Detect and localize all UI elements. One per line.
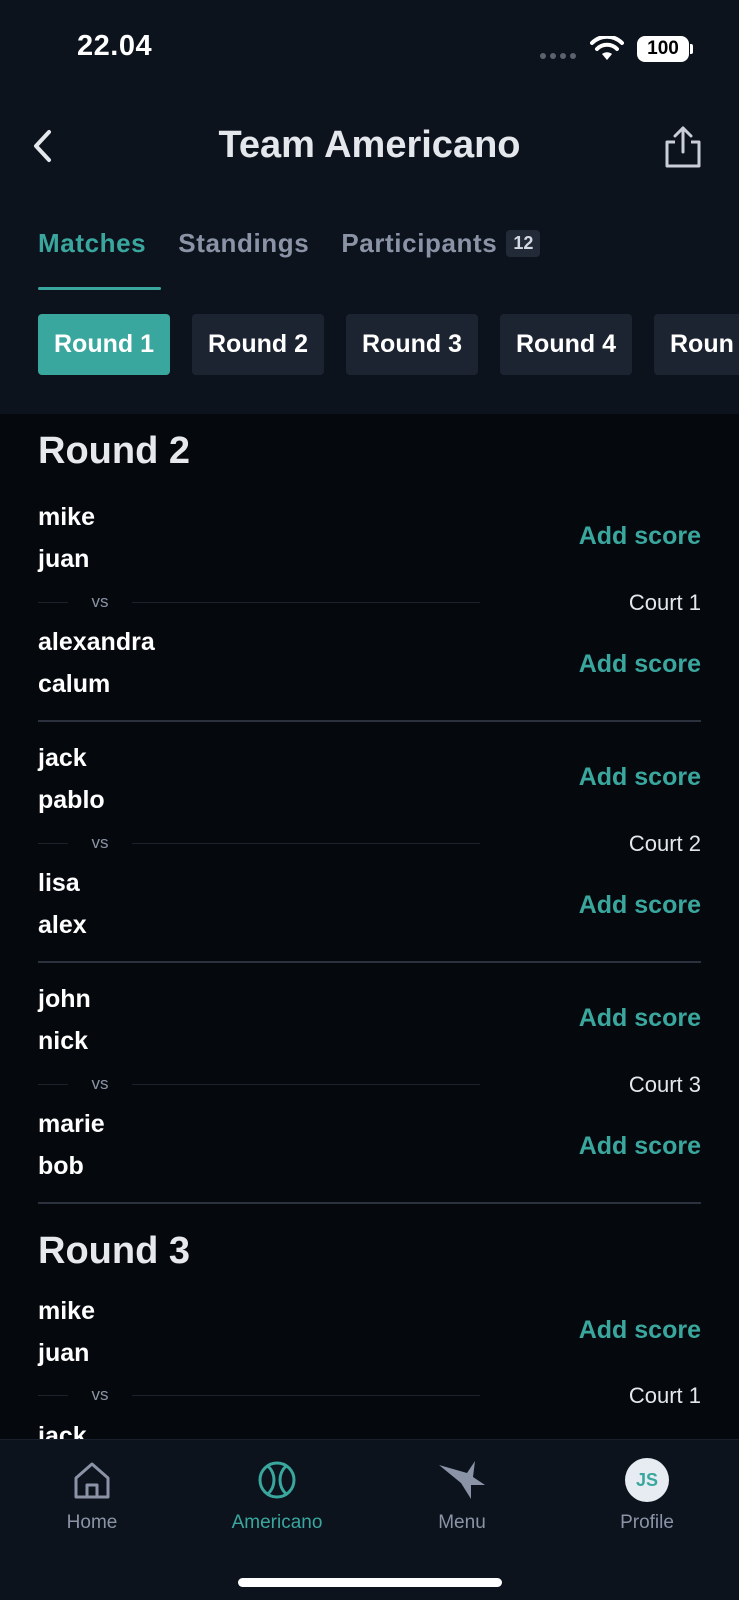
round-chip-2[interactable]: Round 2	[192, 314, 324, 375]
status-time: 22.04	[77, 30, 153, 62]
vs-label: vs	[68, 1074, 132, 1094]
round-chip-4[interactable]: Round 4	[500, 314, 632, 375]
nav-profile[interactable]: JS Profile	[577, 1458, 717, 1534]
battery-icon: 100	[637, 36, 689, 62]
add-score-button[interactable]: Add score	[579, 1132, 701, 1161]
nav-label: Americano	[231, 1512, 323, 1533]
round-title: Round 3	[38, 1230, 190, 1272]
add-score-button[interactable]: Add score	[579, 763, 701, 792]
round-selector: Round 1 Round 2 Round 3 Round 4 Roun	[38, 314, 739, 375]
nav-americano[interactable]: Americano	[207, 1458, 347, 1534]
add-score-button[interactable]: Add score	[579, 650, 701, 679]
add-score-button[interactable]: Add score	[579, 522, 701, 551]
nav-menu[interactable]: Menu	[392, 1458, 532, 1534]
share-icon[interactable]	[661, 124, 705, 170]
player-name: juan	[38, 1339, 90, 1367]
round-title: Round 2	[38, 430, 190, 472]
home-indicator	[238, 1578, 502, 1587]
player-name: nick	[38, 1027, 89, 1055]
tab-standings[interactable]: Standings	[178, 228, 309, 259]
court-label: Court 1	[628, 1383, 701, 1408]
page-title: Team Americano	[218, 124, 521, 166]
player-name: mike	[38, 1297, 95, 1325]
player-name: calum	[38, 670, 111, 698]
tennis-ball-icon	[258, 1461, 296, 1499]
vs-label: vs	[68, 1385, 132, 1405]
vs-label: vs	[68, 592, 132, 612]
signal-icon	[540, 53, 576, 59]
player-name: alexandra	[38, 628, 155, 656]
player-name: lisa	[38, 869, 80, 897]
court-label: Court 1	[628, 590, 701, 615]
nav-label: Home	[66, 1512, 118, 1533]
star-icon	[439, 1461, 485, 1499]
court-label: Court 2	[628, 831, 701, 856]
player-name: marie	[38, 1110, 105, 1138]
home-icon	[74, 1462, 110, 1499]
round-chip-5[interactable]: Roun	[654, 314, 739, 375]
nav-label: Menu	[438, 1512, 486, 1533]
active-tab-indicator	[38, 287, 161, 290]
add-score-button[interactable]: Add score	[579, 1316, 701, 1345]
player-name: jack	[38, 744, 87, 772]
match-divider	[38, 720, 701, 722]
match-divider	[38, 1202, 701, 1204]
bottom-nav: Home Americano Menu JS Profile	[0, 1439, 739, 1600]
header: 22.04 100 Team Americano Matches Standin…	[0, 0, 739, 414]
tab-matches[interactable]: Matches	[38, 228, 146, 259]
player-name: mike	[38, 503, 95, 531]
vs-label: vs	[68, 833, 132, 853]
tab-participants[interactable]: Participants 12	[341, 228, 541, 259]
nav-label: Profile	[620, 1512, 674, 1533]
match-divider	[38, 961, 701, 963]
court-label: Court 3	[628, 1072, 701, 1097]
participants-count-badge: 12	[506, 230, 541, 257]
player-name: bob	[38, 1152, 84, 1180]
player-name: alex	[38, 911, 87, 939]
player-name: pablo	[38, 786, 105, 814]
add-score-button[interactable]: Add score	[579, 1004, 701, 1033]
battery-tip	[690, 44, 693, 54]
tab-bar: Matches Standings Participants 12	[38, 228, 572, 259]
nav-home[interactable]: Home	[22, 1458, 162, 1534]
wifi-icon	[590, 36, 624, 60]
add-score-button[interactable]: Add score	[579, 891, 701, 920]
round-chip-1[interactable]: Round 1	[38, 314, 170, 375]
avatar: JS	[625, 1458, 669, 1502]
round-chip-3[interactable]: Round 3	[346, 314, 478, 375]
player-name: juan	[38, 545, 90, 573]
player-name: john	[38, 985, 91, 1013]
